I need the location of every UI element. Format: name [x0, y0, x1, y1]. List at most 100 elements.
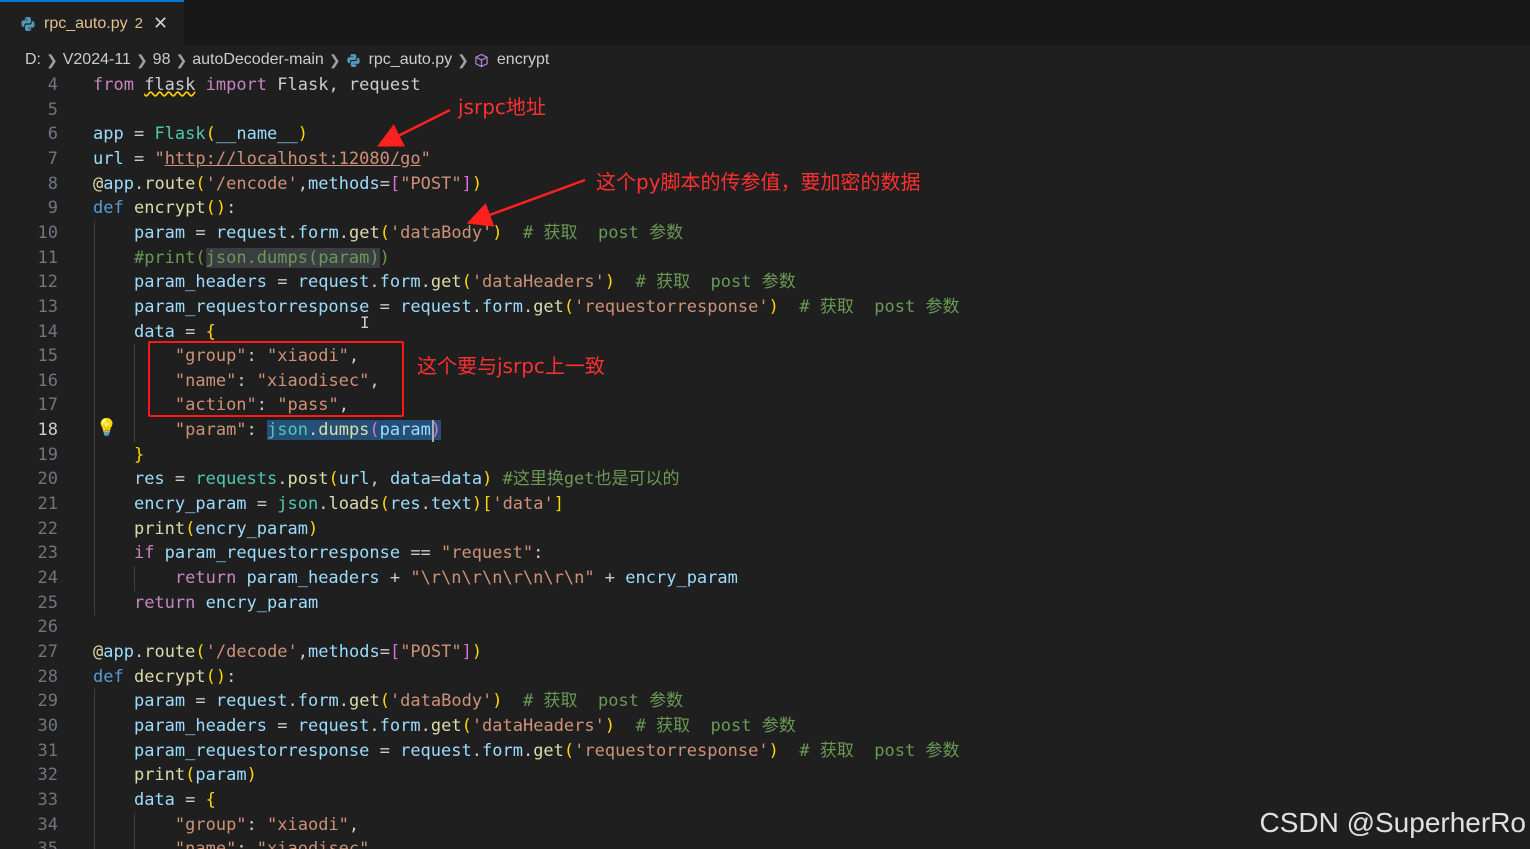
- breadcrumb-folder-autodecoder[interactable]: autoDecoder-main: [192, 51, 324, 69]
- code-token: ,: [369, 469, 390, 490]
- code-token: .: [471, 296, 482, 317]
- code-token: request: [215, 222, 288, 243]
- code-token: post: [287, 469, 329, 490]
- code-token: #这里换get也是可以的: [492, 469, 680, 490]
- code-line[interactable]: 4 from flask import Flask, request: [0, 73, 1530, 98]
- code-token: data: [441, 469, 483, 490]
- code-line[interactable]: 26: [0, 615, 1530, 640]
- code-text: @app.route('/encode',methods=["POST"]): [93, 172, 482, 197]
- indent-guide: [94, 689, 95, 849]
- code-token: param: [379, 420, 431, 441]
- breadcrumb-folder-98[interactable]: 98: [153, 51, 171, 69]
- line-number: 7: [47, 148, 58, 169]
- code-line[interactable]: 20 res = requests.post(url, data=data) #…: [0, 467, 1530, 492]
- code-token: .: [133, 641, 145, 662]
- code-line[interactable]: 22 print(encry_param): [0, 517, 1530, 542]
- code-token: .: [522, 296, 534, 317]
- code-line[interactable]: 21 encry_param = json.loads(res.text)['d…: [0, 492, 1530, 517]
- code-token: 'dataHeaders': [471, 272, 605, 293]
- code-token: get: [348, 691, 380, 712]
- annotation-param-note: 这个py脚本的传参值，要加密的数据: [596, 170, 921, 194]
- code-token: encry_param: [133, 494, 247, 515]
- tab-rpc-auto-py[interactable]: rpc_auto.py 2 ✕: [0, 0, 184, 45]
- code-token: (: [328, 469, 339, 490]
- code-line[interactable]: 11 #print(json.dumps(param)): [0, 246, 1530, 271]
- line-number: 13: [37, 296, 58, 317]
- code-line[interactable]: 18 "param": json.dumps(param): [0, 418, 1530, 443]
- code-token: =: [430, 469, 442, 490]
- line-number: 18: [37, 420, 58, 441]
- line-number: 16: [37, 370, 58, 391]
- code-line[interactable]: 29 param = request.form.get('dataBody') …: [0, 689, 1530, 714]
- watermark: CSDN @SuperherRo: [1259, 807, 1526, 838]
- chevron-right-icon: ❯: [135, 51, 148, 68]
- code-token: ): [492, 691, 503, 712]
- breadcrumb-file[interactable]: rpc_auto.py: [369, 51, 453, 69]
- code-token: ==: [400, 543, 442, 564]
- line-number: 8: [47, 173, 58, 194]
- line-number: 29: [37, 691, 58, 712]
- chevron-right-icon: ❯: [457, 51, 469, 68]
- code-text: return encry_param: [93, 591, 318, 616]
- code-text: url = "http://localhost:12080/go": [93, 147, 431, 172]
- code-line[interactable]: 28 def decrypt():: [0, 665, 1530, 690]
- code-token: :: [226, 198, 237, 219]
- code-line[interactable]: 25 return encry_param: [0, 591, 1530, 616]
- code-token: 'dataBody': [389, 222, 493, 243]
- code-token: param_headers: [133, 272, 268, 293]
- code-token: "name": [175, 839, 236, 849]
- code-token: res: [133, 469, 165, 490]
- code-line[interactable]: 9 def encrypt():: [0, 196, 1530, 221]
- code-line[interactable]: 5: [0, 98, 1530, 123]
- code-token: .: [369, 715, 380, 736]
- code-token: app: [93, 124, 124, 145]
- code-line[interactable]: 10 param = request.form.get('dataBody') …: [0, 221, 1530, 246]
- code-text: param_requestorresponse = request.form.g…: [93, 295, 960, 320]
- line-number: 32: [37, 765, 58, 786]
- code-token: (: [379, 494, 390, 515]
- lightbulb-icon[interactable]: 💡: [96, 418, 117, 438]
- code-token: form: [379, 715, 421, 736]
- code-text: def encrypt():: [93, 196, 236, 221]
- indent-guide: [134, 344, 135, 443]
- code-token: loads: [328, 494, 380, 515]
- annotation-jsrpc-address: jsrpc地址: [458, 95, 546, 119]
- close-icon[interactable]: ✕: [153, 13, 168, 34]
- code-line[interactable]: 30 param_headers = request.form.get('dat…: [0, 714, 1530, 739]
- code-line[interactable]: 19 }: [0, 443, 1530, 468]
- code-token: get: [533, 296, 564, 317]
- code-token: "xiaodi": [267, 814, 349, 835]
- code-token: =: [164, 469, 196, 490]
- method-cube-icon: [475, 53, 488, 67]
- code-line[interactable]: 27 @app.route('/decode',methods=["POST"]): [0, 640, 1530, 665]
- code-token: ): [492, 222, 503, 243]
- code-token: 'dataHeaders': [471, 715, 605, 736]
- code-line[interactable]: 6 app = Flask(__name__): [0, 122, 1530, 147]
- code-line[interactable]: 32 print(param): [0, 763, 1530, 788]
- code-token: ,: [297, 173, 309, 194]
- code-line[interactable]: 24 return param_headers + "\r\n\r\n\r\n\…: [0, 566, 1530, 591]
- code-token: ): [297, 124, 309, 145]
- breadcrumb-symbol-encrypt[interactable]: encrypt: [497, 51, 549, 69]
- code-line[interactable]: 23 if param_requestorresponse == "reques…: [0, 541, 1530, 566]
- code-token: def: [93, 198, 134, 219]
- code-token: dumps: [318, 420, 370, 441]
- code-token: print: [133, 765, 186, 786]
- code-token: =: [267, 272, 298, 293]
- breadcrumb-drive[interactable]: D:: [25, 51, 41, 69]
- breadcrumb-folder-v2024-11[interactable]: V2024-11: [63, 51, 131, 69]
- code-token: flask: [144, 75, 196, 95]
- text-caret: [432, 420, 434, 443]
- code-token: param_requestorresponse: [133, 740, 370, 761]
- code-line[interactable]: 12 param_headers = request.form.get('dat…: [0, 270, 1530, 295]
- code-line[interactable]: 13 param_requestorresponse = request.for…: [0, 295, 1530, 320]
- code-text: return param_headers + "\r\n\r\n\r\n\r\n…: [93, 566, 738, 591]
- code-token: =: [123, 148, 155, 169]
- code-token: ": [154, 148, 165, 169]
- code-token: ]: [553, 494, 564, 515]
- code-token: app: [103, 173, 134, 194]
- code-line[interactable]: 31 param_requestorresponse = request.for…: [0, 739, 1530, 764]
